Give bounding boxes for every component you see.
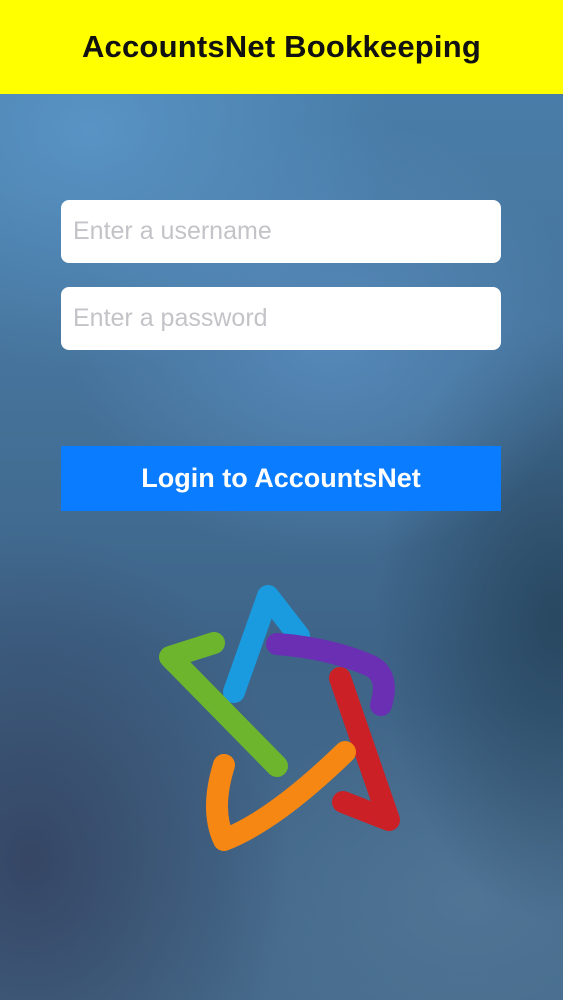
logo-green-stroke [159,632,288,777]
app-title: AccountsNet Bookkeeping [81,29,482,64]
app-header: AccountsNet Bookkeeping [0,0,563,94]
login-button[interactable]: Login to AccountsNet [61,446,501,511]
password-input[interactable] [61,287,501,350]
username-input[interactable] [61,200,501,263]
five-color-star-logo-icon [159,585,400,851]
